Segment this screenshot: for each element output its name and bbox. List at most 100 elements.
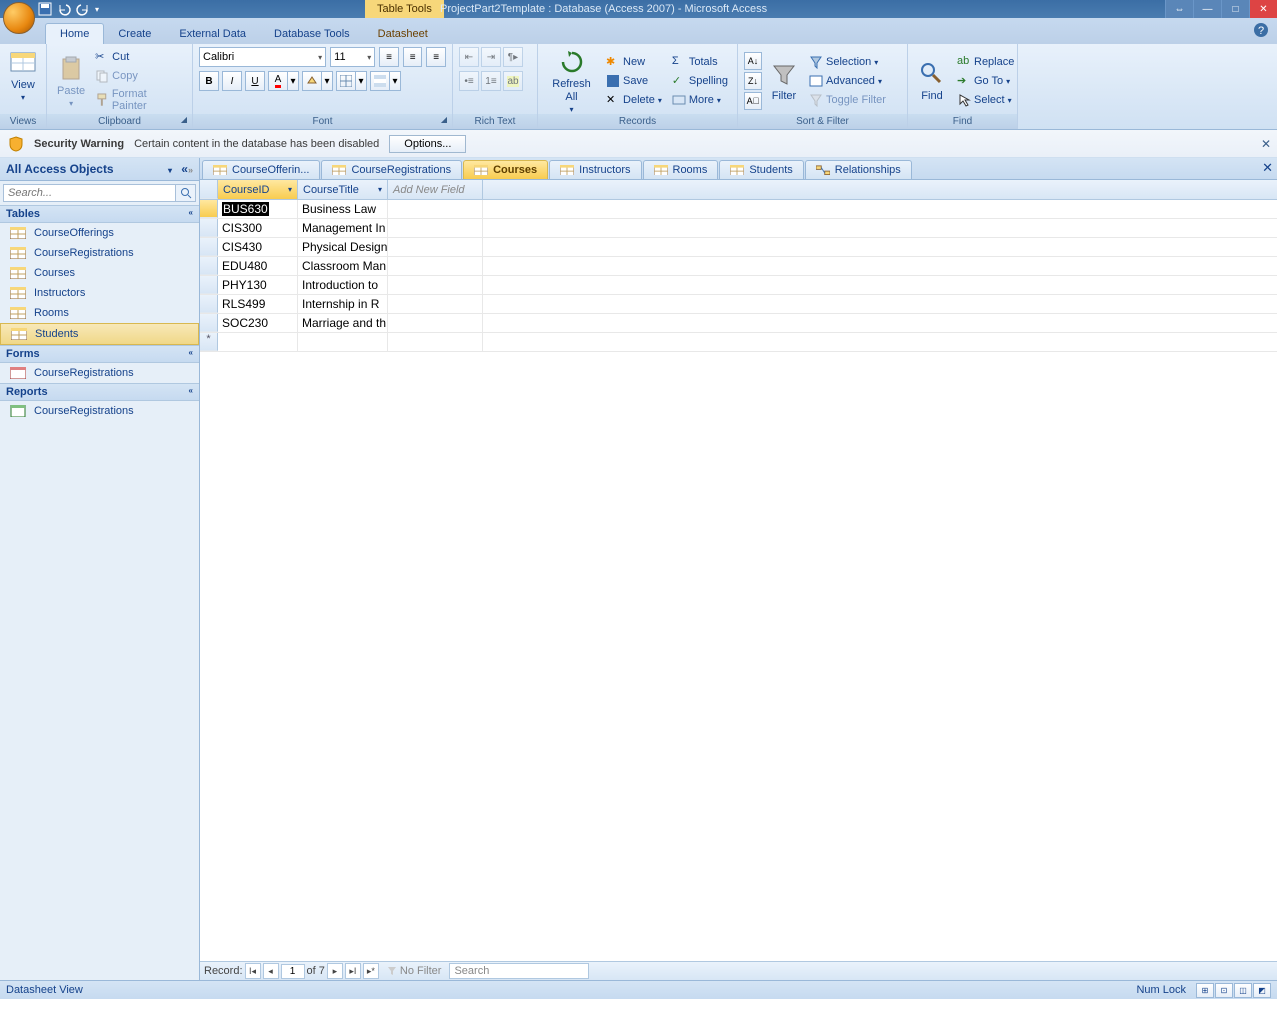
filter-indicator[interactable]: No Filter	[381, 965, 448, 977]
decrease-indent-button[interactable]: ⇤	[459, 47, 479, 67]
qat-dropdown-icon[interactable]: ▾	[95, 5, 99, 14]
cell-courseid[interactable]: SOC230	[218, 314, 298, 332]
nav-group-tables[interactable]: Tables«	[0, 205, 199, 223]
font-name-combo[interactable]: Calibri▾	[199, 47, 326, 67]
table-row[interactable]: CIS430Physical Design	[200, 238, 1277, 257]
nav-header[interactable]: All Access Objects ▾ «	[0, 158, 199, 181]
new-record-nav-button[interactable]: ▸*	[363, 963, 379, 979]
row-selector[interactable]	[200, 295, 218, 313]
highlight-button[interactable]: ab	[503, 71, 523, 91]
new-record-row[interactable]	[200, 333, 1277, 352]
font-color-button[interactable]: A	[268, 71, 288, 91]
align-right-button[interactable]: ≡	[426, 47, 446, 67]
row-selector[interactable]	[200, 314, 218, 332]
view-pivot-button[interactable]: ⊡	[1215, 983, 1233, 998]
security-close-icon[interactable]: ✕	[1261, 137, 1271, 151]
undo-icon[interactable]	[57, 2, 71, 16]
document-tab[interactable]: Relationships	[805, 160, 912, 179]
last-record-button[interactable]: ▸I	[345, 963, 361, 979]
underline-button[interactable]: U	[245, 71, 265, 91]
select-all-corner[interactable]	[200, 180, 218, 199]
increase-indent-button[interactable]: ⇥	[481, 47, 501, 67]
document-tab[interactable]: Rooms	[643, 160, 719, 179]
nav-table-item[interactable]: Students	[0, 323, 199, 345]
sort-asc-button[interactable]: A↓	[744, 52, 762, 70]
ltr-button[interactable]: ¶▸	[503, 47, 523, 67]
document-tab[interactable]: CourseOfferin...	[202, 160, 320, 179]
bullets-button[interactable]: •≡	[459, 71, 479, 91]
nav-search-button[interactable]	[176, 184, 196, 202]
nav-table-item[interactable]: CourseOfferings	[0, 223, 199, 243]
table-row[interactable]: EDU480Classroom Man	[200, 257, 1277, 276]
cell-coursetitle[interactable]: Classroom Man	[298, 257, 388, 275]
cell-courseid[interactable]: RLS499	[218, 295, 298, 313]
delete-record-button[interactable]: ✕Delete▾	[603, 92, 665, 108]
view-design-button[interactable]: ◩	[1253, 983, 1271, 998]
paste-button[interactable]: Paste▾	[53, 53, 89, 110]
alt-row-button[interactable]	[370, 71, 390, 91]
cell-coursetitle[interactable]: Introduction to	[298, 276, 388, 294]
office-button[interactable]	[3, 2, 35, 34]
tab-datasheet[interactable]: Datasheet	[364, 24, 442, 44]
next-record-button[interactable]: ▸	[327, 963, 343, 979]
nav-search-input[interactable]	[3, 184, 176, 202]
font-launcher-icon[interactable]: ◢	[438, 115, 450, 127]
row-selector[interactable]	[200, 200, 218, 218]
cell-coursetitle[interactable]: Marriage and th	[298, 314, 388, 332]
record-position-input[interactable]	[281, 964, 305, 979]
table-row[interactable]: RLS499Internship in R	[200, 295, 1277, 314]
tab-create[interactable]: Create	[104, 24, 165, 44]
fill-color-dropdown[interactable]: ▾	[322, 71, 333, 91]
italic-button[interactable]: I	[222, 71, 242, 91]
table-row[interactable]: PHY130Introduction to	[200, 276, 1277, 295]
nav-form-item[interactable]: CourseRegistrations	[0, 363, 199, 383]
clear-sort-button[interactable]: A⃠	[744, 92, 762, 110]
nav-table-item[interactable]: Instructors	[0, 283, 199, 303]
document-tab[interactable]: Students	[719, 160, 803, 179]
fill-color-button[interactable]	[302, 71, 322, 91]
cut-button[interactable]: ✂Cut	[92, 49, 186, 65]
prev-record-button[interactable]: ◂	[263, 963, 279, 979]
close-button[interactable]: ✕	[1249, 0, 1277, 18]
goto-button[interactable]: ➔Go To▾	[954, 73, 1017, 89]
tab-close-icon[interactable]: ✕	[1262, 160, 1273, 176]
tab-external-data[interactable]: External Data	[165, 24, 260, 44]
new-record-button[interactable]: ✱New	[603, 54, 665, 70]
nav-table-item[interactable]: CourseRegistrations	[0, 243, 199, 263]
tab-database-tools[interactable]: Database Tools	[260, 24, 364, 44]
nav-table-item[interactable]: Courses	[0, 263, 199, 283]
cell-coursetitle[interactable]: Management In	[298, 219, 388, 237]
table-row[interactable]: CIS300Management In	[200, 219, 1277, 238]
align-center-button[interactable]: ≡	[403, 47, 423, 67]
save-record-button[interactable]: Save	[603, 73, 665, 89]
replace-button[interactable]: abReplace	[954, 54, 1017, 70]
column-header-courseid[interactable]: CourseID▾	[218, 180, 298, 199]
column-add-new-field[interactable]: Add New Field	[388, 180, 483, 199]
row-selector[interactable]	[200, 257, 218, 275]
nav-table-item[interactable]: Rooms	[0, 303, 199, 323]
row-selector[interactable]	[200, 219, 218, 237]
alt-row-dropdown[interactable]: ▾	[390, 71, 401, 91]
cell-courseid[interactable]: EDU480	[218, 257, 298, 275]
cell-courseid[interactable]: BUS630	[218, 200, 298, 218]
cell-courseid[interactable]: CIS430	[218, 238, 298, 256]
view-button[interactable]: View ▾	[6, 47, 40, 104]
align-left-button[interactable]: ≡	[379, 47, 399, 67]
minimize-button[interactable]: —	[1193, 0, 1221, 18]
cell-coursetitle[interactable]: Internship in R	[298, 295, 388, 313]
maximize-button[interactable]: □	[1221, 0, 1249, 18]
nav-report-item[interactable]: CourseRegistrations	[0, 401, 199, 421]
find-button[interactable]: Find	[914, 58, 950, 104]
view-chart-button[interactable]: ◫	[1234, 983, 1252, 998]
cell-coursetitle[interactable]: Physical Design	[298, 238, 388, 256]
gridlines-dropdown[interactable]: ▾	[356, 71, 367, 91]
copy-button[interactable]: Copy	[92, 68, 186, 84]
font-size-combo[interactable]: 11▾	[330, 47, 375, 67]
spelling-button[interactable]: ✓Spelling	[669, 73, 731, 89]
cell-coursetitle[interactable]: Business Law	[298, 200, 388, 218]
gridlines-button[interactable]	[336, 71, 356, 91]
font-color-dropdown[interactable]: ▾	[288, 71, 299, 91]
more-button[interactable]: More▾	[669, 92, 731, 108]
selection-button[interactable]: Selection▾	[806, 54, 889, 70]
nav-group-forms[interactable]: Forms«	[0, 345, 199, 363]
